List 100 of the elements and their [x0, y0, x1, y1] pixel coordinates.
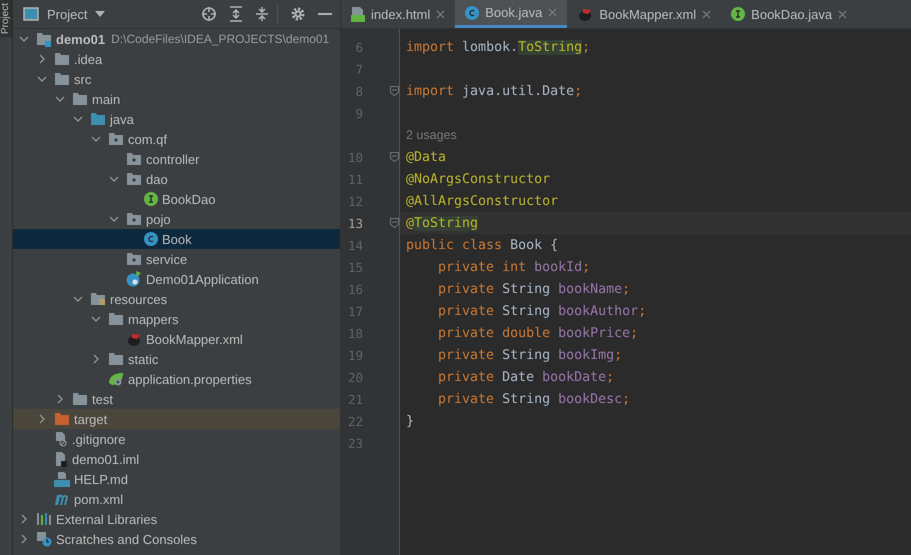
code-line: @Data: [405, 150, 446, 164]
chevron-icon[interactable]: [73, 114, 83, 124]
tree-item[interactable]: service: [13, 249, 340, 269]
tree-item[interactable]: demo01.iml: [13, 449, 340, 469]
module-folder-icon: [36, 31, 52, 47]
chevron-icon[interactable]: [19, 534, 29, 544]
ignored-file-icon: [54, 431, 68, 447]
code-line: private String bookImg;: [437, 348, 622, 362]
panel-title[interactable]: Project: [47, 6, 88, 22]
chevron-icon[interactable]: [37, 414, 47, 424]
tree-item[interactable]: main: [13, 89, 340, 109]
tree-item[interactable]: HELP.md: [13, 469, 340, 489]
markdown-file-icon: [54, 471, 70, 487]
chevron-icon[interactable]: [55, 94, 65, 104]
package-folder-icon: [126, 152, 142, 166]
editor-tab[interactable]: BookDao.java: [721, 0, 858, 28]
dropdown-caret-icon[interactable]: [95, 11, 106, 17]
code-line: @ToString: [405, 216, 478, 230]
bird-icon: [577, 6, 594, 22]
package-folder-icon: [126, 172, 142, 186]
maven-m-icon: [54, 492, 70, 506]
tree-item[interactable]: pojo: [13, 209, 340, 229]
code-line: private double bookPrice;: [437, 326, 638, 340]
tree-item[interactable]: static: [13, 349, 340, 369]
settings-icon[interactable]: [290, 6, 306, 22]
code-line: private String bookAuthor;: [437, 304, 646, 318]
tab-label: BookMapper.xml: [599, 6, 696, 22]
tree-item-label: mappers: [128, 312, 179, 326]
chevron-icon[interactable]: [91, 354, 101, 364]
tree-item[interactable]: External Libraries: [13, 509, 340, 529]
editor-tab[interactable]: Book.java: [455, 0, 568, 28]
code-line: @AllArgsConstructor: [405, 194, 558, 208]
chevron-icon[interactable]: [91, 134, 101, 144]
tree-item[interactable]: com.qf: [13, 129, 340, 149]
close-icon[interactable]: [702, 10, 712, 18]
tree-item-label: demo01: [56, 32, 106, 46]
chevron-icon[interactable]: [73, 294, 83, 304]
tree-item-label: resources: [110, 292, 168, 306]
minimize-icon[interactable]: [318, 12, 332, 16]
tree-item-label: External Libraries: [56, 512, 158, 526]
tree-item[interactable]: Book: [13, 229, 340, 249]
chevron-icon[interactable]: [109, 174, 119, 184]
class-icon: [465, 6, 480, 20]
interface-icon: [144, 192, 158, 206]
tree-item-label: .gitignore: [72, 432, 126, 446]
resources-folder-icon: [90, 292, 106, 306]
tree-item[interactable]: src: [13, 69, 340, 89]
expand-all-icon[interactable]: [229, 6, 243, 22]
tree-item-label: .idea: [74, 52, 102, 66]
interface-icon: [731, 7, 746, 21]
usages-hint[interactable]: 2 usages: [400, 128, 457, 142]
close-icon[interactable]: [838, 10, 848, 18]
tree-item[interactable]: mappers: [13, 309, 340, 329]
folder-icon: [108, 352, 124, 366]
chevron-icon[interactable]: [55, 394, 65, 404]
tree-item[interactable]: demo01 D:\CodeFiles\IDEA_PROJECTS\demo01: [13, 29, 340, 49]
tree-item[interactable]: resources: [13, 289, 340, 309]
editor-tab[interactable]: BookMapper.xml: [567, 0, 722, 28]
code-line: }: [405, 414, 414, 428]
tree-item[interactable]: dao: [13, 169, 340, 189]
chevron-icon[interactable]: [37, 74, 47, 84]
tree-item[interactable]: .gitignore: [13, 429, 340, 449]
folder-icon: [72, 92, 88, 106]
tab-label: index.html: [371, 6, 430, 22]
tree-item-label: demo01.iml: [72, 452, 140, 466]
tree-item[interactable]: BookDao: [13, 189, 340, 209]
tree-item[interactable]: BookMapper.xml: [13, 329, 340, 349]
close-icon[interactable]: [436, 10, 446, 18]
chevron-icon[interactable]: [37, 54, 47, 64]
tree-item-label: service: [146, 252, 188, 266]
chevron-icon[interactable]: [19, 514, 29, 524]
fold-marker-icon[interactable]: [390, 152, 399, 162]
fold-marker-icon[interactable]: [390, 86, 399, 96]
chevron-icon[interactable]: [19, 34, 29, 44]
tree-item[interactable]: java: [13, 109, 340, 129]
editor-tab[interactable]: index.html: [341, 0, 456, 28]
tree-item[interactable]: test: [13, 389, 340, 409]
package-folder-icon: [126, 212, 142, 226]
tree-item-label: BookMapper.xml: [146, 332, 243, 346]
collapse-all-icon[interactable]: [255, 6, 269, 22]
chevron-icon[interactable]: [91, 314, 101, 324]
chevron-icon[interactable]: [109, 214, 119, 224]
bird-icon: [126, 331, 142, 347]
tree-item[interactable]: Scratches and Consoles: [13, 529, 340, 549]
tree-item-label: BookDao: [162, 192, 216, 206]
locate-crosshair-icon[interactable]: [201, 6, 217, 22]
tree-item-label: static: [128, 352, 158, 366]
tree-item[interactable]: Demo01Application: [13, 269, 340, 289]
html-file-icon: [351, 6, 365, 22]
tree-item-label: pom.xml: [74, 492, 124, 506]
tree-item[interactable]: application.properties: [13, 369, 340, 389]
close-icon[interactable]: [548, 8, 558, 17]
tree-item[interactable]: target: [13, 409, 340, 429]
tree-item[interactable]: controller: [13, 149, 340, 169]
project-tool-tab[interactable]: Project: [0, 0, 12, 38]
tree-item[interactable]: .idea: [13, 49, 340, 69]
leaf-gear-icon: [108, 371, 124, 387]
fold-marker-icon[interactable]: [390, 218, 399, 228]
tree-item[interactable]: pom.xml: [13, 489, 340, 509]
code-line: private Date bookDate;: [437, 370, 614, 384]
